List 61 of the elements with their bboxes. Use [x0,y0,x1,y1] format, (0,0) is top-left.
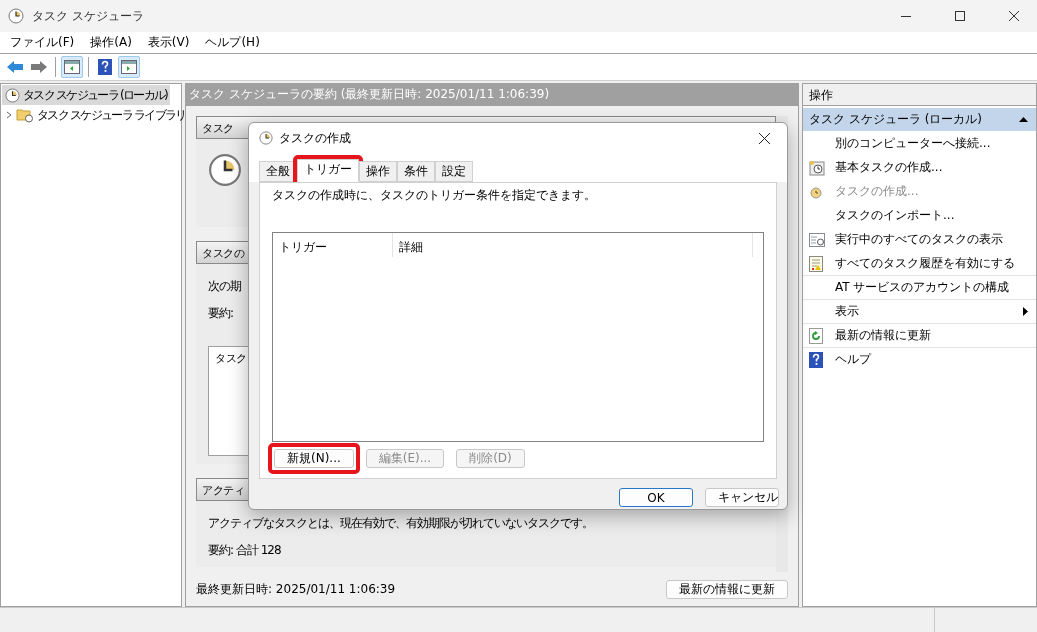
clock-icon [5,87,20,103]
task-list-icon [809,232,825,247]
list-header: タスク [215,352,247,365]
menu-item[interactable]: 操作(A) [84,34,138,51]
window-title: タスク スケジューラ [32,7,145,25]
tab[interactable]: トリガー [297,159,359,182]
close-icon [1009,11,1019,21]
section-text: 要約: 合計 128 [208,542,282,559]
action-item[interactable]: タスクのインポート... [803,203,1036,227]
clock-icon [208,153,242,187]
section-text: 次の期 [208,278,242,295]
submenu-arrow-icon [1023,307,1028,316]
column-header: トリガー [273,233,393,257]
group-title: タスク スケジューラ (ローカル) [809,111,982,128]
clock-icon [8,8,24,24]
refresh-icon [809,327,823,344]
actions-header: 操作 [803,84,1036,106]
log-icon [809,255,823,272]
ok-button[interactable]: OK [619,488,693,507]
action-item[interactable]: 別のコンピューターへ接続... [803,131,1036,155]
tab[interactable]: 設定 [435,161,473,182]
back-arrow-icon [6,60,24,74]
section-text: アクティブなタスクとは、現在有効で、有効期限が切れていないタスクです。 [208,515,594,532]
toolbar-button[interactable] [118,56,140,78]
tab[interactable]: 操作 [359,161,397,182]
pane-icon [64,60,80,74]
action-item[interactable]: すべてのタスク履歴を有効にする [803,251,1036,275]
close-icon [758,132,770,144]
last-updated-text: 最終更新日時: 2025/01/11 1:06:39 [196,580,396,598]
actions-group-header[interactable]: タスク スケジューラ (ローカル) [803,108,1036,131]
forward-arrow-icon [30,60,48,74]
help-icon [98,59,112,75]
action-item[interactable]: 表示 [803,299,1036,323]
menu-item[interactable]: 表示(V) [141,34,196,51]
cancel-button[interactable]: キャンセル [705,488,779,507]
summary-header: タスク スケジューラの要約 (最終更新日時: 2025/01/11 1:06:39) [186,84,798,106]
tree-item[interactable]: タスク スケジューラ (ローカル) [2,85,171,105]
description-text: タスクの作成時に、タスクのトリガー条件を指定できます。 [272,187,597,204]
dialog-button[interactable]: 新規(N)... [274,449,354,468]
toolbar-button[interactable] [61,56,83,78]
action-item[interactable]: 最新の情報に更新 [803,323,1036,347]
folder-clock-icon [16,107,34,123]
calendar-clock-icon [809,159,825,176]
clock-icon [809,184,823,199]
action-item[interactable]: 基本タスクの作成... [803,155,1036,179]
action-item[interactable]: ヘルプ [803,347,1036,371]
chevron-right-icon [5,111,13,119]
tab[interactable]: 条件 [397,161,435,182]
clock-icon [259,131,273,145]
action-item[interactable]: 実行中のすべてのタスクの表示 [803,227,1036,251]
menu-item[interactable]: ファイル(F) [4,34,81,51]
help-icon [809,351,823,368]
pane-icon [121,60,137,74]
refresh-button[interactable]: 最新の情報に更新 [666,579,788,599]
minimize-icon [901,15,911,17]
column-header: 詳細 [393,233,753,257]
action-item[interactable]: AT サービスのアカウントの構成 [803,275,1036,299]
tree-item[interactable]: タスク スケジューラ ライブラリ [2,105,189,125]
maximize-icon [955,11,965,21]
section-text: 要約: [208,305,235,322]
menu-item[interactable]: ヘルプ(H) [199,34,266,51]
